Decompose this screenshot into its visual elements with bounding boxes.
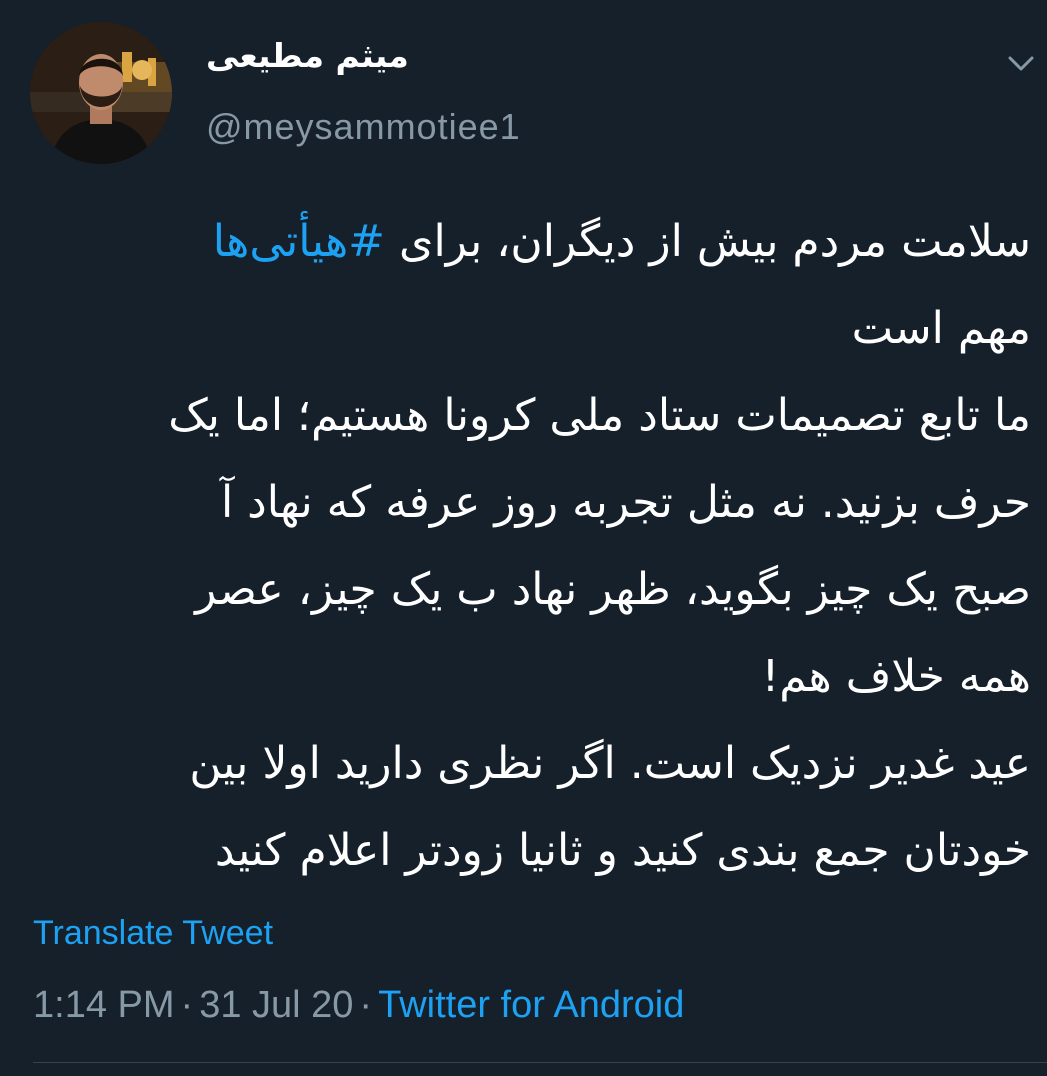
author-handle[interactable]: @meysammotiee1 bbox=[206, 106, 521, 148]
chevron-down-icon[interactable] bbox=[1004, 48, 1038, 78]
tweet-line-1-text: سلامت مردم بیش از دیگران، برای bbox=[385, 216, 1031, 267]
tweet-line-4: حرف بزنید. نه مثل تجربه روز عرفه که نهاد… bbox=[220, 477, 1031, 528]
tweet-line-2: مهم است bbox=[851, 303, 1031, 354]
hashtag-link[interactable]: #هیأتی‌ها bbox=[213, 216, 385, 267]
divider bbox=[33, 1062, 1047, 1063]
avatar-image bbox=[30, 22, 172, 164]
translate-tweet-link[interactable]: Translate Tweet bbox=[33, 914, 273, 953]
tweet-meta: 1:14 PM · 31 Jul 20 · Twitter for Android bbox=[33, 984, 684, 1027]
tweet-line-6: همه خلاف هم! bbox=[761, 651, 1031, 702]
tweet-card: میثم مطیعی @meysammotiee1 سلامت مردم بیش… bbox=[0, 0, 1047, 1076]
tweet-line-8: خودتان جمع بندی کنید و ثانیا زودتر اعلام… bbox=[214, 825, 1031, 876]
tweet-text: سلامت مردم بیش از دیگران، برای #هیأتی‌ها… bbox=[30, 198, 1031, 894]
tweet-line-7: عید غدیر نزدیک است. اگر نظری دارید اولا … bbox=[189, 738, 1031, 789]
avatar[interactable] bbox=[30, 22, 172, 164]
tweet-source-link[interactable]: Twitter for Android bbox=[378, 984, 684, 1026]
meta-separator: · bbox=[180, 984, 194, 1026]
tweet-line-1: سلامت مردم بیش از دیگران، برای #هیأتی‌ها bbox=[30, 198, 1031, 285]
meta-separator-2: · bbox=[359, 984, 373, 1026]
tweet-line-3: ما تابع تصمیمات ستاد ملی کرونا هستیم؛ ام… bbox=[168, 390, 1031, 441]
tweet-date[interactable]: 31 Jul 20 bbox=[199, 984, 353, 1026]
tweet-line-5: صبح یک چیز بگوید، ظهر نهاد ب یک چیز، عصر bbox=[195, 564, 1031, 615]
tweet-time[interactable]: 1:14 PM bbox=[33, 984, 175, 1026]
author-display-name[interactable]: میثم مطیعی bbox=[206, 36, 409, 75]
